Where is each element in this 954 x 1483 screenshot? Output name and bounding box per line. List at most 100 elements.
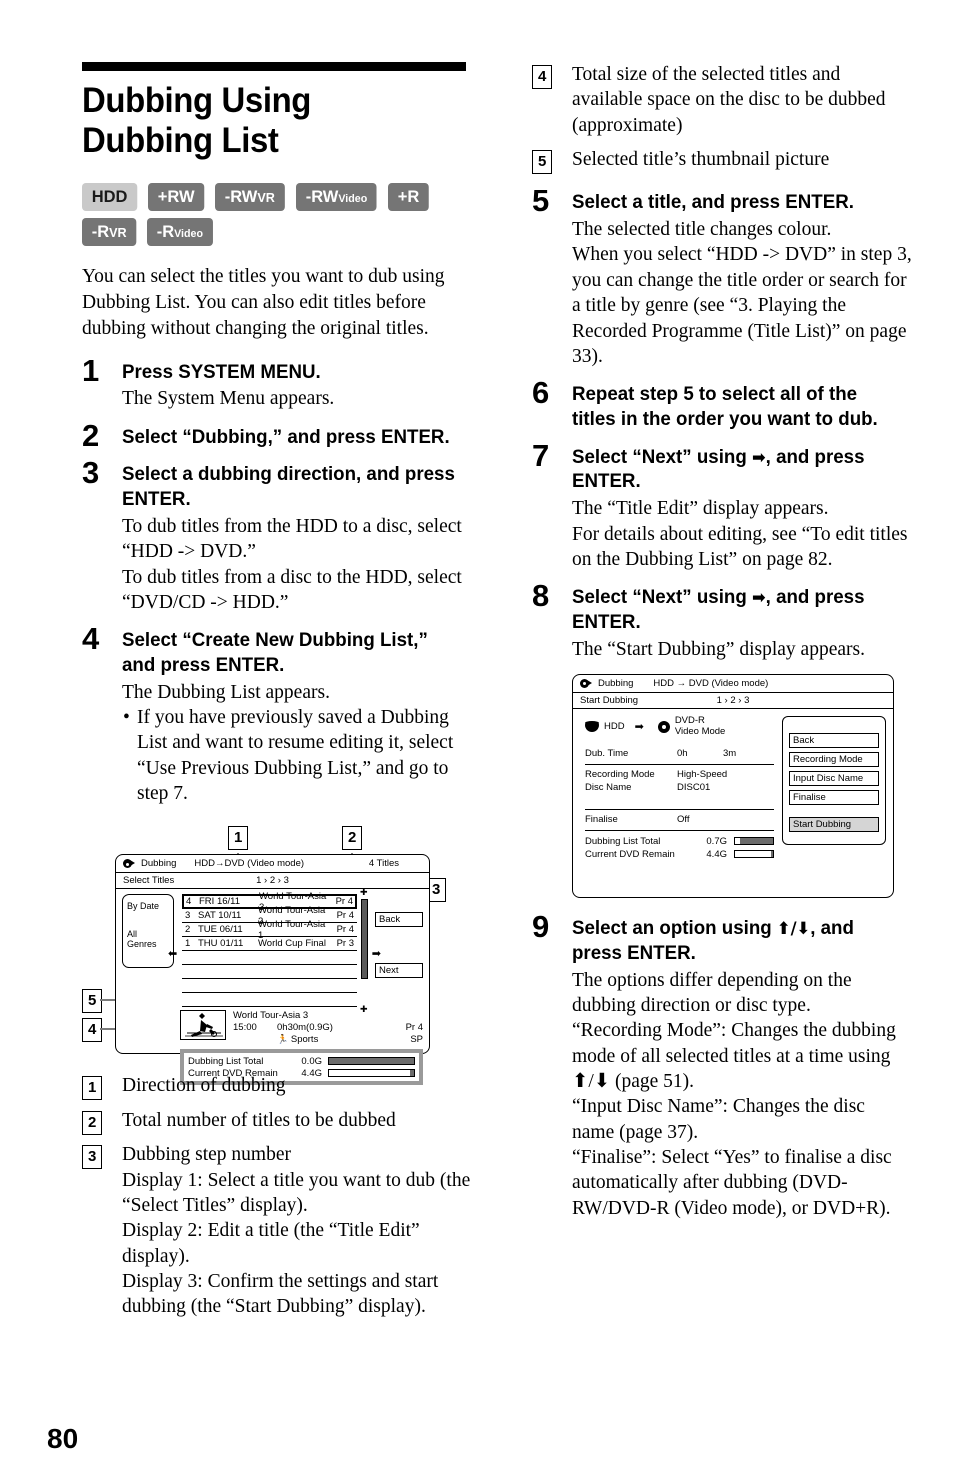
table-row-empty — [182, 979, 357, 994]
legend-number: 5 — [532, 150, 553, 175]
recording-mode-button[interactable]: Recording Mode — [789, 752, 879, 768]
step-5: 5 Select a title, and press ENTER. The s… — [532, 185, 912, 369]
table-row[interactable]: 1 THU 01/11 World Cup Final Pr 3 — [182, 937, 357, 952]
page-title: Dubbing Using Dubbing List — [82, 81, 312, 160]
scroll-down-icon[interactable]: ✚ — [360, 1005, 368, 1014]
step-8-heading: Select “Next” using ➡, and press ENTER. — [572, 586, 865, 633]
step-8-number: 8 — [532, 578, 550, 614]
step-1-heading: Press SYSTEM MENU. — [122, 360, 321, 383]
scrollbar[interactable]: ✚ ✚ — [360, 888, 368, 1014]
step-3-number: 3 — [82, 455, 100, 491]
ui1-title-count: 4 Titles — [368, 858, 399, 870]
capacity-meter — [328, 1057, 415, 1066]
step-7-number: 7 — [532, 437, 550, 473]
step-2-number: 2 — [82, 417, 100, 453]
divider — [585, 809, 774, 811]
filter-by-date[interactable]: By Date — [127, 901, 169, 911]
ui2-capacity-summary: Dubbing List Total 0.7G Current DVD Rema… — [585, 835, 774, 861]
legend-sub-3: Display 3: Confirm the settings and star… — [122, 1270, 439, 1318]
legend-item-4: 4 Total size of the selected titles and … — [532, 62, 912, 138]
table-row[interactable]: 2 TUE 06/11 World Tour-Asia 1 Pr 4 — [182, 919, 357, 941]
page-number: 80 — [47, 1423, 79, 1454]
hdd-icon — [585, 720, 599, 733]
divider — [585, 763, 774, 765]
step-1: 1 Press SYSTEM MENU. The System Menu app… — [82, 355, 472, 412]
start-dubbing-button[interactable]: Start Dubbing — [789, 817, 879, 833]
field-value: DISC01 — [677, 782, 711, 794]
step-6: 6 Repeat step 5 to select all of the tit… — [532, 377, 912, 432]
preview-line3: 🏃 Sports SP — [233, 1034, 423, 1046]
thumbnail-artwork — [185, 1013, 223, 1038]
row-pr: Pr 3 — [336, 938, 354, 950]
step-1-body: The System Menu appears. — [122, 388, 335, 410]
ui2-step-label: Start Dubbing — [580, 695, 639, 707]
media-badge-hdd: HDD — [82, 182, 138, 211]
step-5-heading: Select a title, and press ENTER. — [572, 191, 854, 214]
legend-text: Dubbing step number — [122, 1144, 291, 1166]
disc-icon — [580, 679, 593, 689]
preview-row: World Tour-Asia 3 15:00 0h30m(0.9G) Pr 4… — [116, 1007, 429, 1046]
ui2-titlebar: Dubbing HDD → DVD (Video mode) — [573, 675, 893, 694]
device-row: HDD ➡ DVD-R Video Mode — [585, 715, 774, 738]
capacity-label: Dubbing List Total — [585, 835, 661, 847]
legend-item-5: 5 Selected title’s thumbnail picture — [532, 147, 912, 175]
ui1-steprow: Select Titles 1 › 2 › 3 — [116, 873, 429, 890]
legend-item-3: 3 Dubbing step number Display 1: Select … — [82, 1142, 472, 1319]
field-recording-mode: Recording Mode High-Speed — [585, 768, 774, 782]
ui1-app-label: Dubbing — [141, 858, 177, 870]
media-badge-minusr-vr: -R VR — [82, 217, 137, 246]
ui1-step-indicator: 1 › 2 › 3 — [256, 875, 289, 887]
back-button[interactable]: Back — [789, 733, 879, 749]
ui1-step-label: Select Titles — [123, 875, 175, 887]
legend-text: Selected title’s thumbnail picture — [572, 149, 830, 171]
preview-time: 15:00 — [233, 1022, 257, 1034]
callout-5-box: 5 — [82, 989, 103, 1014]
filter-all-genres[interactable]: All Genres — [127, 929, 169, 949]
disc-icon — [123, 859, 136, 869]
ui2-direction: HDD → DVD (Video mode) — [653, 678, 769, 690]
capacity-value: 0.0G — [301, 1055, 322, 1067]
media-badge-plusrw: +RW — [147, 182, 205, 211]
step-6-number: 6 — [532, 375, 550, 411]
field-label: Disc Name — [585, 782, 632, 794]
right-column: 4 Total size of the selected titles and … — [532, 62, 912, 1234]
scroll-up-icon[interactable]: ✚ — [360, 888, 368, 897]
step-6-heading: Repeat step 5 to select all of the title… — [572, 383, 878, 430]
dvd-icon — [657, 720, 670, 733]
ui1-body: By Date All Genres 4 FRI 16/11 World Tou… — [116, 888, 429, 1014]
next-button[interactable]: Next — [375, 963, 423, 979]
ui-start-dubbing-screen: Dubbing HDD → DVD (Video mode) Start Dub… — [572, 674, 894, 899]
callout-4-box: 4 — [82, 1018, 103, 1043]
row-pr: Pr 4 — [336, 910, 354, 922]
field-disc-name: Disc Name DISC01 — [585, 781, 774, 795]
capacity-meter — [734, 850, 774, 859]
field-label: Recording Mode — [585, 768, 655, 780]
legend-text: Direction of dubbing — [122, 1075, 286, 1097]
step-4-number: 4 — [82, 621, 100, 657]
field-value: 0h — [677, 747, 688, 759]
scroll-thumb[interactable] — [361, 899, 368, 980]
back-button[interactable]: Back — [375, 912, 423, 928]
input-disc-name-button[interactable]: Input Disc Name — [789, 771, 879, 787]
callout-2-box: 2 — [342, 826, 363, 851]
genre-filter-box[interactable]: By Date All Genres — [122, 894, 174, 969]
table-row-empty — [182, 993, 357, 1008]
step-9: 9 Select an option using ⬆/⬇, and press … — [532, 911, 912, 1221]
row-date: SAT 10/11 — [198, 910, 242, 922]
ui1-side-buttons: Back Next — [375, 894, 423, 1007]
step-1-number: 1 — [82, 352, 100, 388]
field-dub-time: Dub. Time 0h 3m — [585, 747, 774, 761]
preview-size: 0h30m(0.9G) — [277, 1022, 333, 1034]
media-badge-group: HDD +RW -RW VR -RW Video +R -R VR -R Video — [82, 182, 472, 246]
row-date: THU 01/11 — [198, 938, 244, 950]
step-7-heading: Select “Next” using ➡, and press ENTER. — [572, 445, 865, 493]
figure-legend: 1 Direction of dubbing 2 Total number of… — [82, 1073, 472, 1319]
right-arrow-icon: ➡ — [751, 588, 766, 609]
row-number: 2 — [185, 924, 191, 936]
field-finalise: Finalise Off — [585, 813, 774, 827]
legend-sub-2: Display 2: Edit a title (the “Title Edit… — [122, 1220, 420, 1267]
step-7: 7 Select “Next” using ➡, and press ENTER… — [532, 440, 912, 573]
capacity-label: Dubbing List Total — [188, 1055, 264, 1067]
step-4-body: The Dubbing List appears. If you have pr… — [122, 680, 472, 807]
finalise-button[interactable]: Finalise — [789, 790, 879, 806]
